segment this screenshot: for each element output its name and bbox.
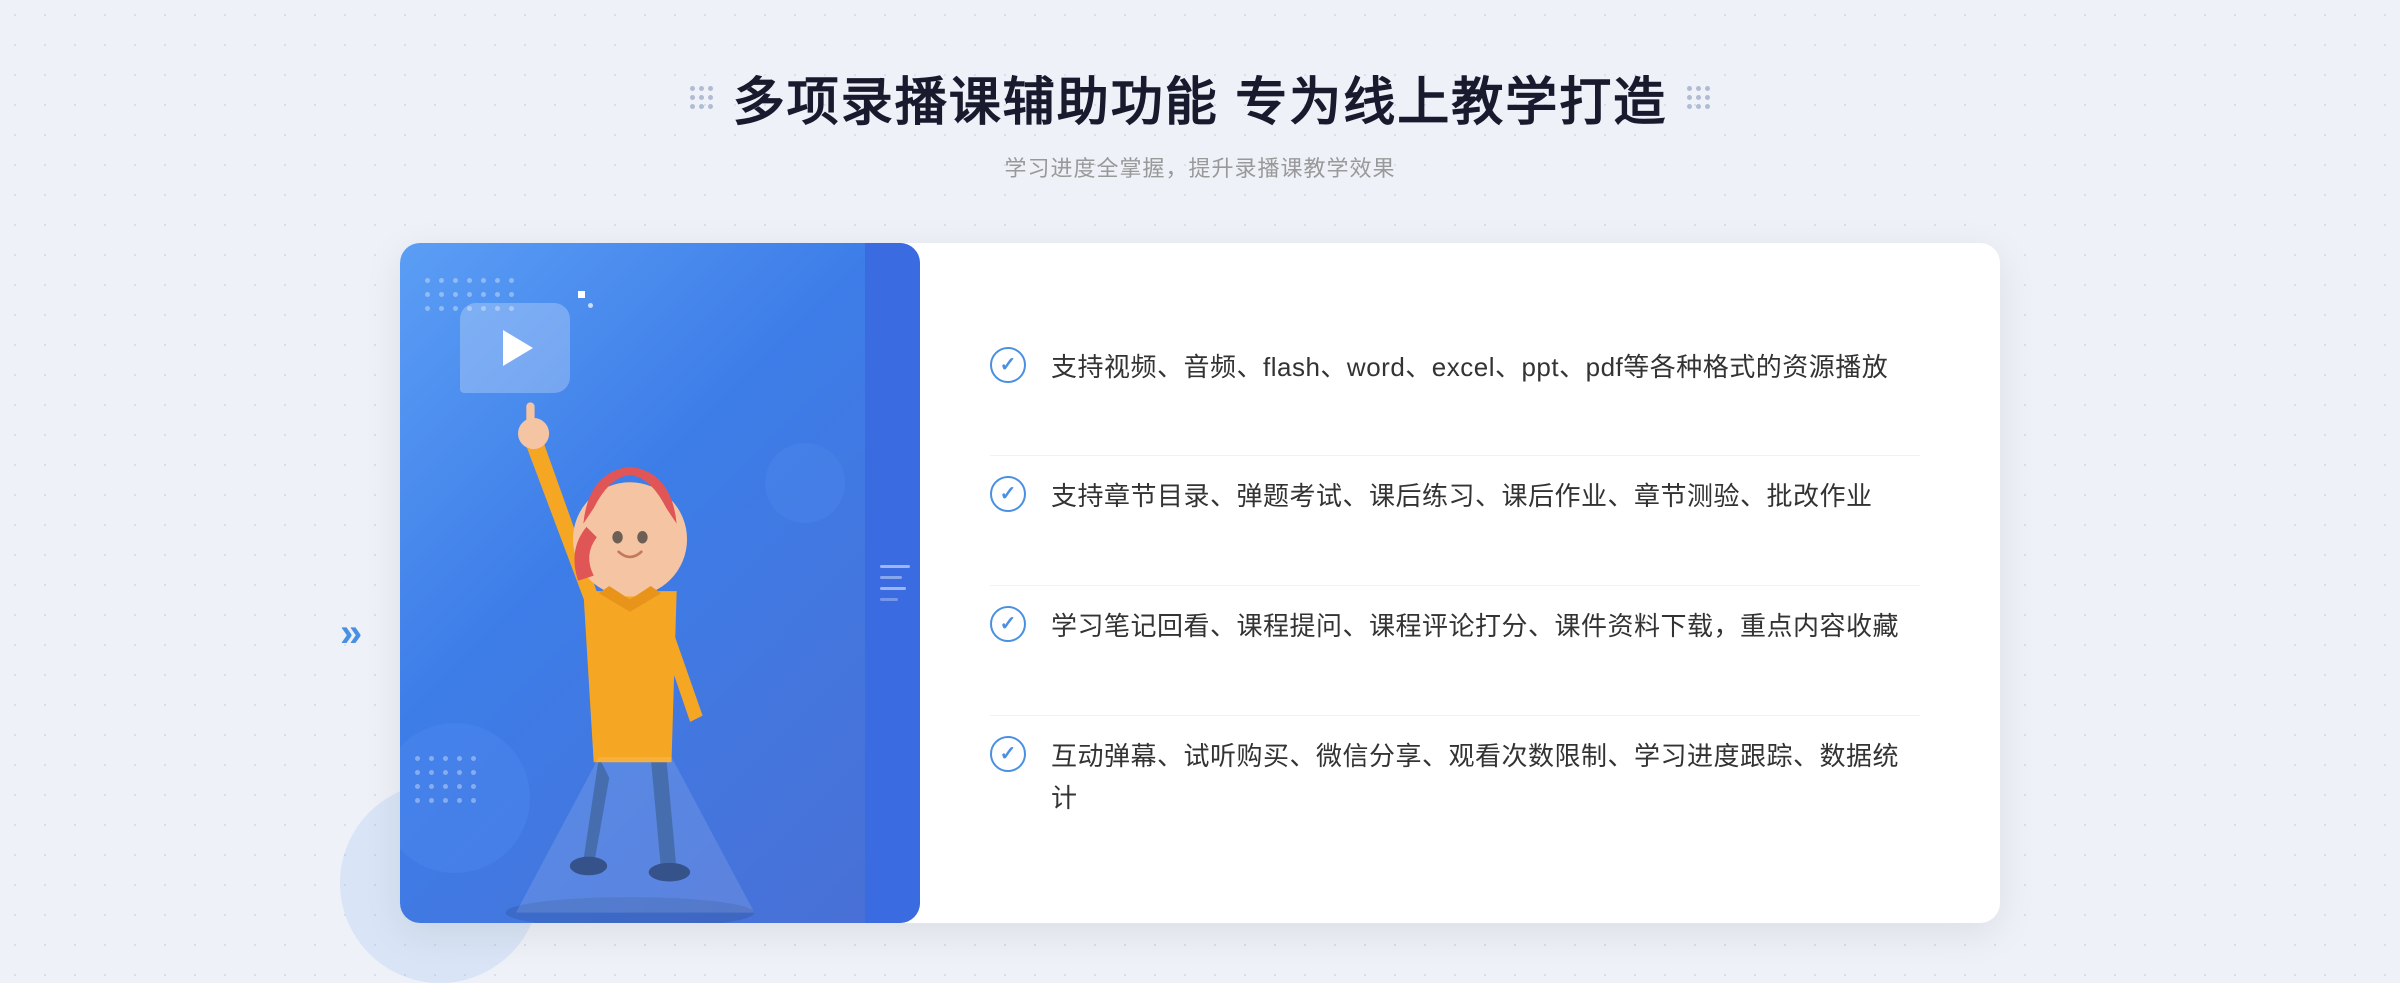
dot [708,86,713,91]
dot [690,95,695,100]
title-row: 多项录播课辅助功能 专为线上教学打造 [690,60,1710,135]
feature-item-1: ✓ 支持视频、音频、flash、word、excel、ppt、pdf等各种格式的… [990,327,1920,409]
dot [690,86,695,91]
check-circle-2: ✓ [990,476,1026,512]
sparkle-dots [578,291,593,308]
dot [708,104,713,109]
left-chevrons-icon: » [340,613,362,653]
dot [1687,95,1692,100]
dot [1696,95,1701,100]
content-card: ✓ 支持视频、音频、flash、word、excel、ppt、pdf等各种格式的… [400,243,2000,923]
dot [1687,86,1692,91]
page-container: 多项录播课辅助功能 专为线上教学打造 学习进度全掌握，提升录播课教学效果 [0,0,2400,983]
dot [1705,86,1710,91]
left-illustration-panel [400,243,920,923]
right-title-dots [1687,86,1710,109]
feature-item-3: ✓ 学习笔记回看、课程提问、课程评论打分、课件资料下载，重点内容收藏 [990,585,1920,668]
subtitle: 学习进度全掌握，提升录播课教学效果 [690,151,1710,183]
play-triangle-icon [503,330,533,366]
dot [699,95,704,100]
dot [1696,86,1701,91]
dot [699,86,704,91]
right-features-panel: ✓ 支持视频、音频、flash、word、excel、ppt、pdf等各种格式的… [920,243,2000,923]
check-circle-1: ✓ [990,347,1026,383]
main-title: 多项录播课辅助功能 专为线上教学打造 [733,60,1667,135]
person-illustration [430,363,830,923]
dot [1705,104,1710,109]
feature-text-4: 互动弹幕、试听购买、微信分享、观看次数限制、学习进度跟踪、数据统计 [1051,736,1920,819]
feature-item-2: ✓ 支持章节目录、弹题考试、课后练习、课后作业、章节测验、批改作业 [990,455,1920,538]
dot [699,104,704,109]
header-section: 多项录播课辅助功能 专为线上教学打造 学习进度全掌握，提升录播课教学效果 [690,60,1710,183]
check-circle-3: ✓ [990,606,1026,642]
feature-item-4: ✓ 互动弹幕、试听购买、微信分享、观看次数限制、学习进度跟踪、数据统计 [990,715,1920,839]
check-circle-4: ✓ [990,736,1026,772]
feature-text-1: 支持视频、音频、flash、word、excel、ppt、pdf等各种格式的资源… [1051,347,1888,389]
feature-text-2: 支持章节目录、弹题考试、课后练习、课后作业、章节测验、批改作业 [1051,476,1873,518]
dot [690,104,695,109]
dot [708,95,713,100]
dot [1696,104,1701,109]
dot [1687,104,1692,109]
feature-text-3: 学习笔记回看、课程提问、课程评论打分、课件资料下载，重点内容收藏 [1051,606,1899,648]
left-title-dots [690,86,713,109]
dot [1705,95,1710,100]
lines-decoration [880,565,910,601]
